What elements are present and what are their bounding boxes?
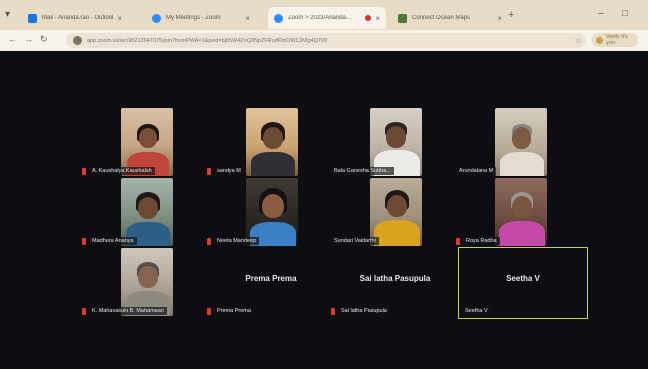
close-icon[interactable]: ×	[375, 14, 380, 23]
tab-label: Mail - Ananda.rao - Outlook	[42, 15, 114, 21]
close-icon[interactable]: ×	[117, 14, 122, 23]
url-text[interactable]: app.zoom.us/wc/96213947075/join?fromPWA=…	[87, 38, 575, 44]
new-tab-icon[interactable]: +	[508, 9, 514, 21]
outlook-icon	[28, 13, 37, 23]
muted-mic-icon	[456, 237, 460, 245]
address-bar[interactable]: app.zoom.us/wc/96213947075/join?fromPWA=…	[66, 33, 586, 48]
participant-name: Sai latha Pasupula	[331, 306, 390, 316]
back-icon[interactable]: ←	[8, 34, 17, 44]
site-info-icon[interactable]	[73, 36, 82, 45]
participant-tile[interactable]: A. Kaushalya Kaushalsh	[82, 108, 210, 178]
participant-name: Neeta Mandeep	[207, 236, 260, 246]
participant-display-name: Sai latha Pasupula	[359, 274, 431, 283]
close-icon[interactable]: ×	[245, 14, 250, 23]
participant-tile[interactable]: Prema Prema Prema Prema	[207, 248, 335, 318]
participant-display-name: Prema Prema	[245, 274, 297, 283]
forward-icon[interactable]: →	[24, 34, 33, 44]
tab-label: Zoom > 2023/Ananda...	[288, 15, 351, 21]
participant-tile[interactable]: Sundari Vaidarthi	[331, 178, 459, 248]
minimize-icon[interactable]: –	[598, 8, 604, 19]
close-icon[interactable]: ×	[497, 14, 502, 23]
browser-tab-zoom-meeting[interactable]: Zoom > 2023/Ananda... ×	[268, 7, 386, 29]
browser-toolbar: ← → ↻ app.zoom.us/wc/96213947075/join?fr…	[0, 30, 648, 51]
participant-video	[246, 108, 298, 176]
participant-tile[interactable]: Bala Ganesha Subba...	[331, 108, 459, 178]
participant-name: Arundalana M	[456, 166, 497, 176]
participant-name: K. Mahavasuki B. Mahamaan	[82, 306, 167, 316]
muted-mic-icon	[331, 307, 335, 315]
muted-mic-icon	[82, 237, 86, 245]
muted-mic-icon	[207, 237, 211, 245]
participant-name: sandya M	[207, 166, 244, 176]
participant-name: Roya Radha	[456, 236, 500, 246]
participant-tile-active-speaker[interactable]: Seetha V Seetha V	[458, 247, 588, 319]
maximize-icon[interactable]: □	[622, 8, 628, 19]
maps-icon	[398, 13, 407, 23]
participant-video	[495, 108, 547, 176]
participant-display-name: Seetha V	[506, 274, 540, 283]
muted-mic-icon	[207, 307, 211, 315]
reload-icon[interactable]: ↻	[40, 34, 48, 45]
participant-tile[interactable]: Roya Radha	[456, 178, 584, 248]
participant-tile[interactable]: Madhura Ananya	[82, 178, 210, 248]
participant-name: Bala Ganesha Subba...	[331, 166, 394, 176]
muted-mic-icon	[207, 167, 211, 175]
bookmark-star-icon[interactable]: ☆	[575, 36, 582, 45]
participant-tile[interactable]: sandya M	[207, 108, 335, 178]
avatar	[596, 36, 603, 44]
browser-tab-maps[interactable]: Connect Ocean Maps ×	[392, 7, 508, 29]
participant-video	[495, 178, 547, 246]
muted-mic-icon	[82, 307, 86, 315]
tab-search-icon[interactable]: ▾	[5, 9, 19, 21]
profile-label: Verify it's you	[605, 34, 628, 46]
participant-tile[interactable]: Arundalana M	[456, 108, 584, 178]
browser-tab-my-meetings[interactable]: My Meetings - Zoom ×	[146, 7, 256, 29]
participant-name: A. Kaushalya Kaushalsh	[82, 166, 155, 176]
participant-name: Sundari Vaidarthi	[331, 236, 379, 246]
participant-tile[interactable]: Neeta Mandeep	[207, 178, 335, 248]
participant-name: Seetha V	[462, 306, 491, 316]
zoom-icon	[152, 13, 161, 23]
participant-tile[interactable]: K. Mahavasuki B. Mahamaan	[82, 248, 210, 318]
recording-icon	[365, 15, 372, 21]
participant-name: Prema Prema	[207, 306, 254, 316]
browser-tab-strip: ▾ Mail - Ananda.rao - Outlook × My Meeti…	[0, 0, 648, 30]
profile-button[interactable]: Verify it's you	[592, 33, 638, 47]
muted-mic-icon	[82, 167, 86, 175]
zoom-icon	[274, 13, 283, 23]
participant-tile[interactable]: Sai latha Pasupula Sai latha Pasupula	[331, 248, 459, 318]
tab-label: My Meetings - Zoom	[166, 15, 221, 21]
browser-tab-outlook[interactable]: Mail - Ananda.rao - Outlook ×	[22, 7, 128, 29]
tab-label: Connect Ocean Maps	[412, 15, 471, 21]
participant-name: Madhura Ananya	[82, 236, 137, 246]
meeting-gallery: A. Kaushalya Kaushalsh sandya M Bala Gan…	[0, 51, 648, 369]
